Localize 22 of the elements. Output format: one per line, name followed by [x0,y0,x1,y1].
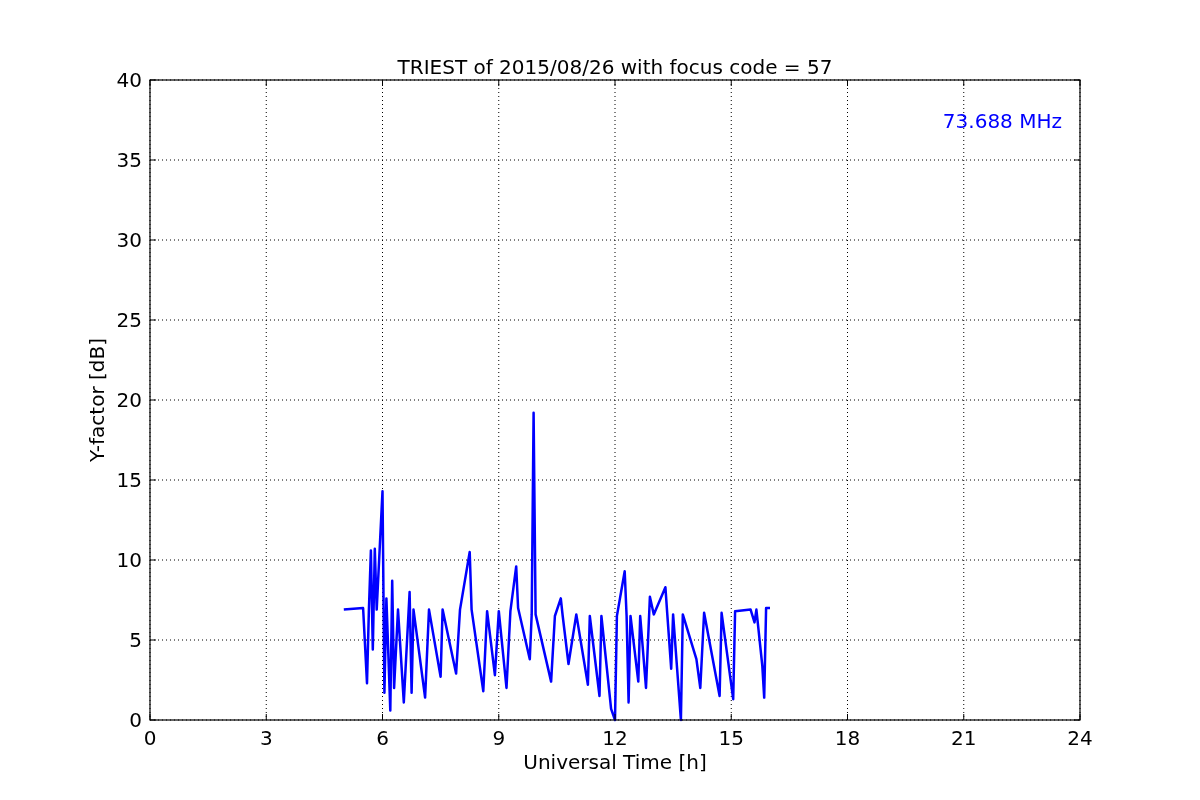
y-tick-label: 40 [116,68,142,92]
x-tick-label: 6 [376,726,389,750]
y-tick-label: 30 [116,228,142,252]
y-tick-label: 25 [116,308,142,332]
x-tick-label: 21 [951,726,977,750]
y-tick-label: 35 [116,148,142,172]
y-tick-label: 0 [129,708,142,732]
x-tick-label: 3 [259,726,273,750]
x-tick-label: 15 [718,726,744,750]
y-tick-label: 15 [116,468,142,492]
x-tick-label: 24 [1067,726,1093,750]
y-axis-label: Y-factor [dB] [85,338,109,462]
x-tick-label: 9 [492,726,506,750]
x-tick-label: 18 [834,726,861,750]
x-tick-label: 12 [602,726,628,750]
x-axis-label: Universal Time [h] [523,750,707,774]
chart-title: TRIEST of 2015/08/26 with focus code = 57 [397,55,833,79]
frequency-label: 73.688 MHz [942,109,1062,133]
y-tick-label: 20 [116,388,142,412]
y-tick-label: 5 [129,628,142,652]
y-tick-label: 10 [116,548,142,572]
x-tick-label: 0 [143,726,157,750]
